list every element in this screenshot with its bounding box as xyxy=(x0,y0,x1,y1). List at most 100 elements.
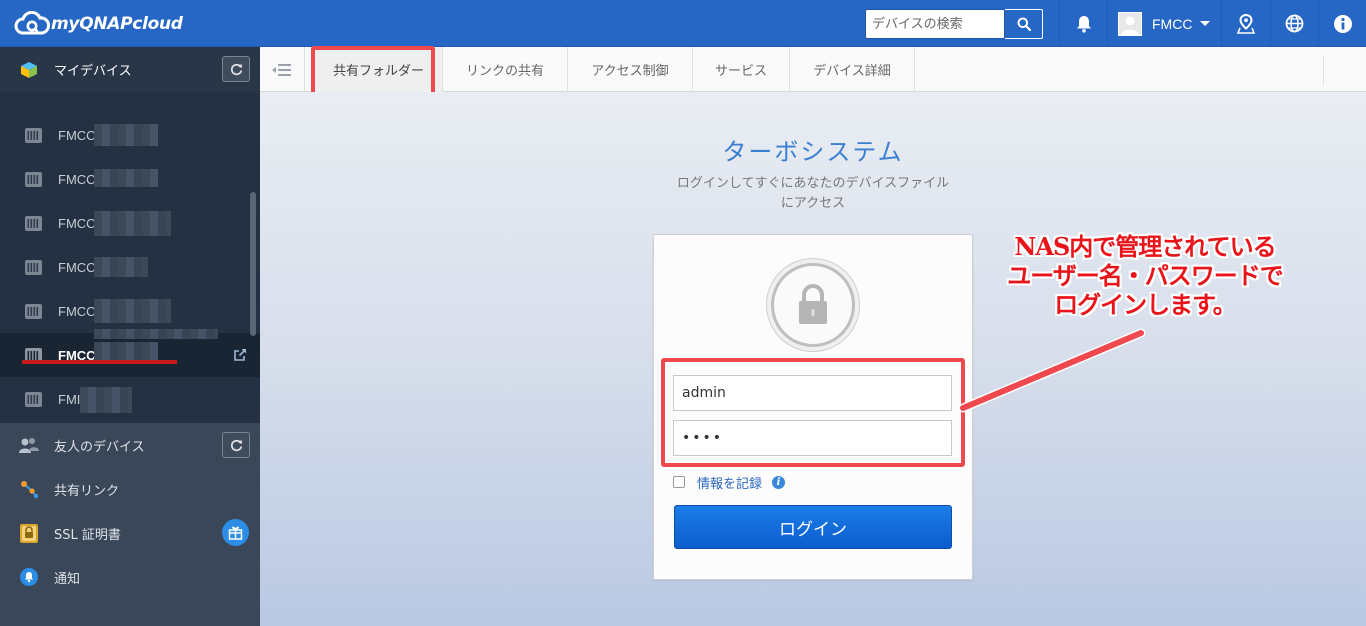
sidebar-item-ssl[interactable]: SSL 証明書 xyxy=(0,511,260,555)
refresh-friends-devices-button[interactable] xyxy=(222,432,250,458)
device-item[interactable]: FMCC xyxy=(0,201,260,245)
info-icon xyxy=(1333,14,1352,33)
globe-icon xyxy=(1285,14,1304,33)
info-icon[interactable]: i xyxy=(772,475,786,489)
redacted-block xyxy=(94,169,158,187)
redacted-block xyxy=(94,257,148,277)
nas-icon xyxy=(25,171,42,187)
notifications-button[interactable] xyxy=(1060,0,1107,47)
annotation-callout: NAS内で管理されている ユーザー名・パスワードで ログインします。 xyxy=(985,232,1305,319)
search-button[interactable] xyxy=(1005,9,1043,39)
cloud-logo-icon xyxy=(14,11,50,35)
annotation-line: ユーザー名・パスワードで xyxy=(1007,261,1284,290)
redacted-block xyxy=(80,387,132,413)
avatar xyxy=(1118,11,1142,36)
user-menu[interactable]: FMCC xyxy=(1108,0,1220,47)
remember-me-label[interactable]: 情報を記録 xyxy=(697,473,762,492)
nas-icon xyxy=(25,127,42,143)
info-button[interactable] xyxy=(1319,0,1366,47)
lock-icon xyxy=(799,284,827,324)
cube-icon xyxy=(21,61,37,78)
device-name: FMCC xyxy=(58,171,96,187)
remember-me-checkbox[interactable] xyxy=(673,476,685,488)
redacted-block xyxy=(94,211,171,236)
device-item-active[interactable]: FMCC xyxy=(0,329,260,377)
nas-icon xyxy=(25,391,42,407)
device-item[interactable]: FMI xyxy=(0,377,260,421)
redacted-block xyxy=(94,329,218,339)
tab-divider xyxy=(1323,55,1324,85)
device-item[interactable]: FMCC xyxy=(0,157,260,201)
share-icon xyxy=(18,478,40,500)
redacted-block xyxy=(94,299,171,323)
ssl-cart-button[interactable] xyxy=(222,519,249,546)
sidebar-item-friends-devices[interactable]: 友人のデバイス xyxy=(0,423,260,467)
device-name: FMCC xyxy=(58,215,96,231)
sidebar-item-label: SSL 証明書 xyxy=(54,527,121,543)
sidebar-scrollbar[interactable] xyxy=(250,192,256,336)
app-logo-text: myQNAPcloud xyxy=(51,14,183,34)
device-search-input[interactable] xyxy=(865,9,1005,39)
annotation-underline xyxy=(22,360,177,364)
refresh-icon xyxy=(230,439,242,451)
tab-services[interactable]: サービス xyxy=(693,47,790,92)
location-pin-icon xyxy=(1236,13,1255,34)
user-silhouette-icon xyxy=(1121,16,1139,35)
lock-badge xyxy=(766,258,860,352)
gift-icon xyxy=(228,526,243,540)
nas-icon xyxy=(25,303,42,319)
device-name: FMCC xyxy=(58,127,96,143)
device-item[interactable]: FMCC xyxy=(0,289,260,333)
page-subtitle: ログインしてすぐにあなたのデバイスファイル にアクセス xyxy=(645,174,981,214)
tab-link-sharing[interactable]: リンクの共有 xyxy=(443,47,568,92)
tab-label: デバイス詳細 xyxy=(813,64,891,79)
subtitle-line: ログインしてすぐにあなたのデバイスファイル xyxy=(676,176,950,191)
sidebar-item-label: 友人のデバイス xyxy=(54,439,145,455)
device-name: FMI xyxy=(58,391,81,407)
sidebar-item-shared-links[interactable]: 共有リンク xyxy=(0,467,260,511)
bell-icon xyxy=(1076,15,1091,33)
refresh-my-devices-button[interactable] xyxy=(222,56,250,82)
device-item[interactable]: FMCC xyxy=(0,113,260,157)
top-bar: myQNAPcloud FMCC xyxy=(0,0,1366,47)
collapse-sidebar-button[interactable] xyxy=(260,47,305,92)
location-button[interactable] xyxy=(1222,0,1269,47)
notification-bell-icon xyxy=(18,566,40,588)
refresh-icon xyxy=(230,63,242,75)
tab-access-control[interactable]: アクセス制御 xyxy=(568,47,693,92)
sidebar-item-my-devices[interactable]: マイデバイス xyxy=(0,47,260,92)
device-name: FMCC xyxy=(58,259,96,275)
nas-icon xyxy=(25,259,42,275)
sidebar-item-label: 共有リンク xyxy=(54,483,120,499)
tab-label: サービス xyxy=(714,64,767,79)
device-item[interactable]: FMCC xyxy=(0,245,260,289)
annotation-highlight-credentials xyxy=(661,358,965,467)
subtitle-line: にアクセス xyxy=(780,196,846,211)
user-name: FMCC xyxy=(1152,15,1193,32)
language-button[interactable] xyxy=(1271,0,1318,47)
login-button[interactable]: ログイン xyxy=(674,505,952,549)
remember-me: 情報を記録 i xyxy=(673,472,786,492)
page-title: ターボシステム xyxy=(722,138,904,166)
sidebar: マイデバイス FMCC FMCC FMCC FMCC FMCC FMCC FMI… xyxy=(0,47,260,626)
app-logo[interactable]: myQNAPcloud xyxy=(14,10,183,38)
tab-device-details[interactable]: デバイス詳細 xyxy=(790,47,915,92)
menu-collapse-icon xyxy=(272,63,291,76)
annotation-line: NAS内で管理されている xyxy=(1014,232,1276,261)
sidebar-item-label: 通知 xyxy=(54,571,81,587)
redacted-block xyxy=(94,124,158,146)
device-name: FMCC xyxy=(58,303,96,319)
sidebar-item-label: マイデバイス xyxy=(54,64,132,79)
device-list: FMCC FMCC FMCC FMCC FMCC FMCC FMI xyxy=(0,92,260,423)
tab-label: アクセス制御 xyxy=(591,64,669,79)
ssl-lock-icon xyxy=(18,522,40,544)
annotation-highlight-tab xyxy=(311,46,435,96)
annotation-line: ログインします。 xyxy=(1054,290,1237,319)
nas-icon xyxy=(25,215,42,231)
external-link-icon[interactable] xyxy=(233,348,247,362)
lock-badge-inner xyxy=(771,263,855,347)
chevron-down-icon xyxy=(1200,21,1211,26)
sidebar-item-notifications[interactable]: 通知 xyxy=(0,555,260,599)
sidebar-lower-section: 友人のデバイス 共有リンク SSL 証明書 通知 xyxy=(0,423,260,626)
friends-icon xyxy=(18,434,40,456)
